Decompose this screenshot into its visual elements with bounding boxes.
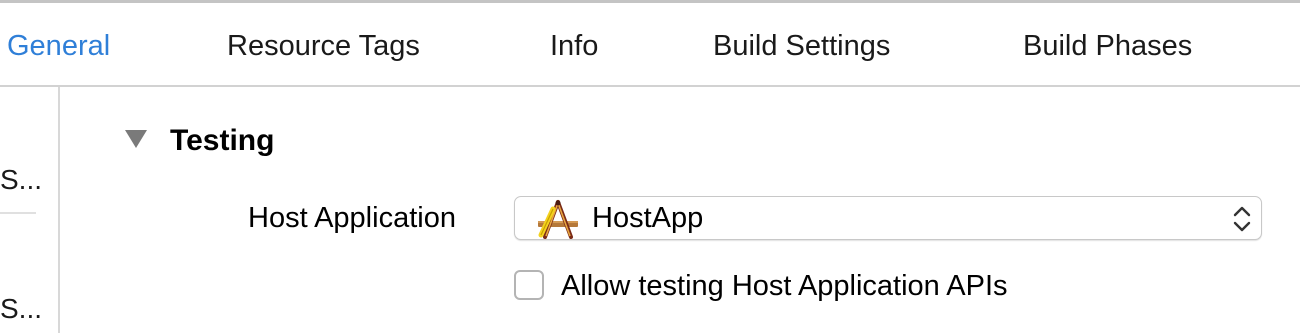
tab-build-settings[interactable]: Build Settings <box>713 29 890 63</box>
host-application-value: HostApp <box>592 202 704 234</box>
targets-sidebar: S... S... <box>0 87 60 333</box>
editor-tab-bar: General Resource Tags Info Build Setting… <box>0 3 1300 87</box>
section-title: Testing <box>170 124 275 157</box>
tab-build-phases[interactable]: Build Phases <box>1023 29 1192 63</box>
sidebar-divider <box>0 212 36 214</box>
sidebar-item-target-2[interactable]: S... <box>0 293 42 325</box>
allow-testing-label[interactable]: Allow testing Host Application APIs <box>561 269 1008 303</box>
host-application-popup[interactable]: HostApp <box>514 196 1262 240</box>
tab-resource-tags[interactable]: Resource Tags <box>227 29 420 63</box>
sidebar-item-target-1[interactable]: S... <box>0 164 42 196</box>
tab-info[interactable]: Info <box>550 29 598 63</box>
tab-general[interactable]: General <box>7 29 110 63</box>
allow-testing-checkbox[interactable] <box>514 270 544 300</box>
app-icon <box>538 200 578 239</box>
chevron-up-down-icon <box>1233 206 1251 232</box>
disclosure-triangle-icon[interactable] <box>124 128 148 150</box>
host-application-label: Host Application <box>248 202 456 234</box>
